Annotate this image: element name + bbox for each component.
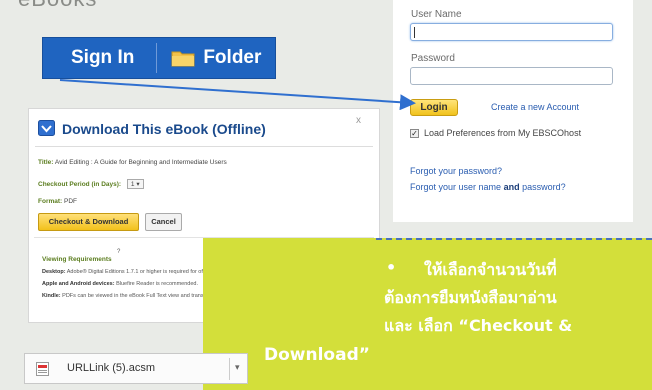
download-divider <box>229 358 230 380</box>
period-value: 1 <box>130 181 135 188</box>
callout-line-2: ต้องการยืมหนังสือมาอ่าน <box>384 288 557 307</box>
title-label: Title: <box>38 159 54 166</box>
format-value: PDF <box>64 198 78 205</box>
req-kindle-label: Kindle: <box>42 293 61 299</box>
req-mobile-text: Bluefire Reader is recommended. <box>116 281 198 287</box>
req-mobile: Apple and Android devices: Bluefire Read… <box>42 281 198 287</box>
format-label: Format: <box>38 198 63 205</box>
callout-line-4: Download” <box>264 345 370 365</box>
download-icon <box>38 120 55 136</box>
download-bar-item[interactable]: URLLink (5).acsm ▾ <box>24 353 248 384</box>
callout-line-3: และ เลือก “Checkout & <box>384 316 573 335</box>
close-icon[interactable]: x <box>356 115 361 126</box>
download-file-name[interactable]: URLLink (5).acsm <box>67 362 155 374</box>
period-label: Checkout Period (in Days): <box>38 181 122 188</box>
chevron-down-icon[interactable]: ▾ <box>235 362 240 373</box>
callout-bullet: • <box>386 258 397 277</box>
checkout-period-select[interactable]: 1 ▾ <box>126 179 144 189</box>
req-mobile-label: Apple and Android devices: <box>42 281 115 287</box>
dialog-title: Download This eBook (Offline) <box>62 121 266 137</box>
checkout-period-row: Checkout Period (in Days): 1 ▾ <box>38 179 144 189</box>
help-icon[interactable]: ? <box>117 249 120 255</box>
dialog-divider <box>35 146 373 147</box>
checkout-download-button[interactable]: Checkout & Download <box>38 213 139 231</box>
ebook-title-row: Title: Avid Editing : A Guide for Beginn… <box>38 159 227 166</box>
cancel-button[interactable]: Cancel <box>145 213 182 231</box>
title-value: Avid Editing : A Guide for Beginning and… <box>54 159 227 166</box>
callout-line-1: ให้เลือกจำนวนวันที่ <box>424 260 557 279</box>
req-desktop-label: Desktop: <box>42 269 66 275</box>
requirements-title: Viewing Requirements <box>42 256 112 263</box>
format-row: Format: PDF <box>38 198 77 205</box>
file-icon <box>36 362 49 376</box>
callout-dashed-border <box>376 238 652 244</box>
